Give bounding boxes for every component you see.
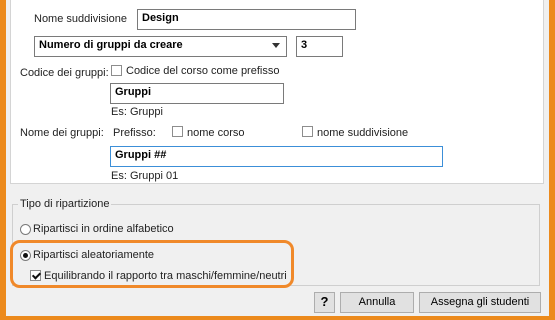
alphabetical-radio[interactable]: [20, 224, 31, 235]
group-names-label: Nome dei gruppi:: [20, 127, 104, 139]
highlight-annotation: [10, 240, 294, 288]
distribution-title: Tipo di ripartizione: [18, 198, 112, 210]
assign-students-button[interactable]: Assegna gli studenti: [419, 292, 541, 313]
subdivision-name-option-checkbox[interactable]: [302, 126, 313, 137]
group-mode-select[interactable]: Numero di gruppi da creare: [34, 36, 287, 57]
course-code-prefix-label: Codice del corso come prefisso: [126, 65, 280, 77]
course-code-prefix-checkbox[interactable]: [111, 65, 122, 76]
group-code-example: Es: Gruppi: [111, 106, 163, 118]
course-name-checkbox[interactable]: [172, 126, 183, 137]
course-name-label: nome corso: [187, 127, 245, 139]
cancel-button[interactable]: Annulla: [340, 292, 414, 313]
alphabetical-label: Ripartisci in ordine alfabetico: [33, 223, 174, 235]
subdivision-name-option-label: nome suddivisione: [317, 127, 409, 139]
group-names-input[interactable]: Gruppi ##: [110, 146, 443, 167]
subdivision-name-input[interactable]: Design: [137, 9, 356, 30]
group-mode-select-value: Numero di gruppi da creare: [39, 39, 183, 51]
group-count-input[interactable]: 3: [296, 36, 343, 57]
group-code-input[interactable]: Gruppi: [110, 83, 284, 104]
window-border-right: [549, 0, 555, 320]
chevron-down-icon: [272, 43, 280, 48]
group-code-label: Codice dei gruppi:: [20, 67, 109, 79]
window-border-left: [0, 0, 6, 320]
group-names-example: Es: Gruppi 01: [111, 170, 179, 182]
window-border-bottom: [0, 316, 555, 320]
prefix-label: Prefisso:: [113, 127, 156, 139]
subdivision-name-label: Nome suddivisione: [34, 13, 127, 25]
help-button[interactable]: ?: [314, 292, 335, 313]
